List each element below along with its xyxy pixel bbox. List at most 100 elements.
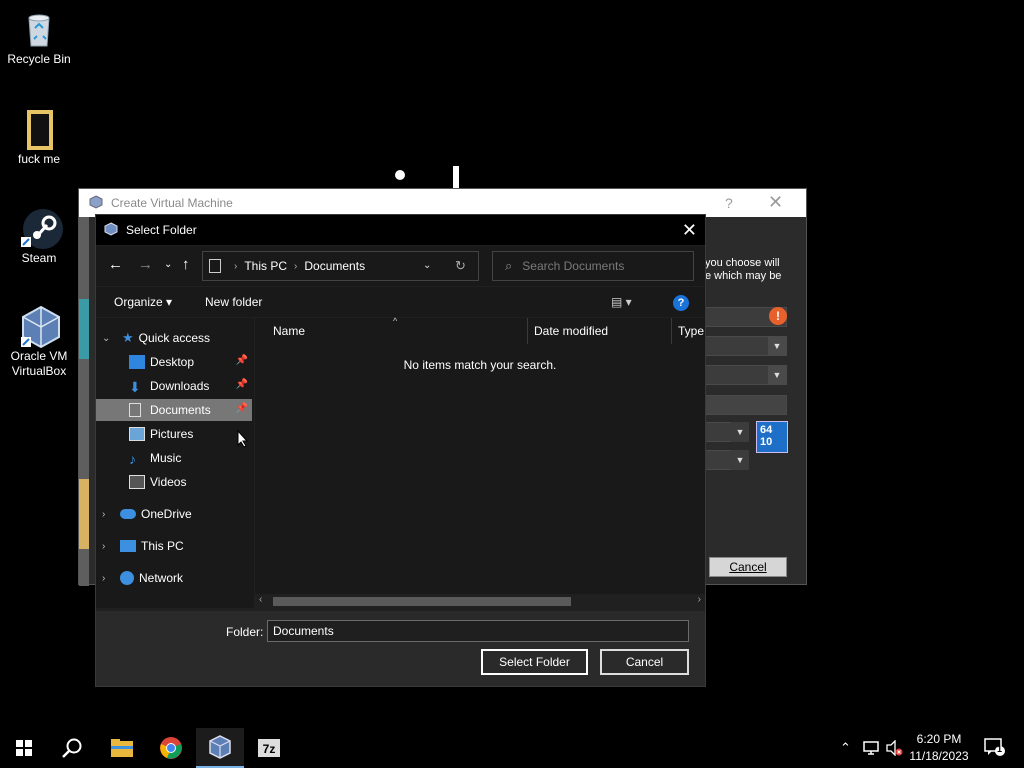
network-icon[interactable]	[862, 740, 880, 759]
star-icon: ★	[122, 330, 134, 345]
nav-network[interactable]: › Network	[96, 567, 252, 589]
refresh-icon[interactable]: ↻	[455, 258, 466, 274]
empty-message: No items match your search.	[403, 358, 557, 372]
download-arrow-icon: ⬇	[129, 379, 141, 395]
nav-label: Downloads	[150, 379, 210, 393]
nav-label: OneDrive	[141, 507, 192, 521]
forward-arrow-icon[interactable]: →	[138, 256, 153, 273]
steam-icon	[19, 207, 63, 249]
taskbar-virtualbox[interactable]	[196, 728, 244, 768]
folder-field[interactable]	[267, 620, 689, 642]
search-input[interactable]: ⌕ Search Documents	[492, 251, 694, 281]
desktop-icon-steam[interactable]: Steam	[1, 207, 77, 266]
breadcrumb-documents[interactable]: Documents	[304, 259, 365, 273]
dialog-close-button[interactable]: ✕	[682, 220, 697, 241]
vm-cancel-button[interactable]: Cancel	[709, 557, 787, 577]
view-options-icon[interactable]: ▤ ▾	[611, 295, 632, 309]
vm-help-button[interactable]: ?	[725, 195, 733, 211]
chevron-down-icon[interactable]: ⌄	[102, 333, 110, 344]
taskbar-7zip[interactable]: 7z	[245, 728, 293, 768]
desktop-icon-recycle-bin[interactable]: Recycle Bin	[1, 8, 77, 67]
desktop-icon-label: Oracle VM VirtualBox	[10, 349, 68, 378]
command-bar: Organize ▾ New folder ▤ ▾ ?	[96, 287, 705, 317]
navigation-pane: ⌄ ★ Quick access Desktop 📌 ⬇ Downloads 📌…	[96, 318, 254, 608]
chevron-down-icon[interactable]: ⌄	[423, 260, 431, 271]
cancel-button[interactable]: Cancel	[600, 649, 689, 675]
desktop-icon-label: Recycle Bin	[7, 52, 71, 66]
desktop-icon-folder[interactable]: fuck me	[1, 108, 77, 167]
recent-locations-chevron-icon[interactable]: ⌄	[164, 259, 172, 270]
column-header-name[interactable]: Name	[273, 324, 305, 338]
folder-label: Folder:	[226, 625, 264, 639]
vm-close-button[interactable]: ✕	[768, 192, 783, 213]
nav-this-pc[interactable]: › This PC	[96, 535, 252, 557]
notification-count: 1	[997, 744, 1003, 754]
chevron-right-icon[interactable]: ›	[102, 541, 105, 552]
nav-downloads[interactable]: ⬇ Downloads 📌	[96, 375, 252, 397]
address-bar[interactable]: › This PC › Documents ⌄ ↻	[202, 251, 479, 281]
nav-label: Quick access	[138, 331, 211, 345]
desktop-icon-virtualbox[interactable]: Oracle VM VirtualBox	[1, 305, 77, 379]
svg-text:7z: 7z	[263, 742, 276, 756]
nav-label: Documents	[150, 403, 211, 417]
scrollbar-thumb[interactable]	[273, 597, 571, 606]
column-header-date-modified[interactable]: Date modified	[534, 324, 608, 338]
new-folder-button[interactable]: New folder	[205, 295, 262, 309]
pin-icon: 📌	[235, 379, 248, 390]
chevron-down-icon[interactable]: ▼	[768, 365, 786, 385]
chevron-right-icon[interactable]: ›	[102, 509, 105, 520]
search-icon	[62, 738, 82, 758]
nav-videos[interactable]: Videos	[96, 471, 252, 493]
select-folder-button[interactable]: Select Folder	[481, 649, 588, 675]
documents-folder-icon	[209, 259, 221, 273]
nav-documents[interactable]: Documents 📌	[96, 399, 252, 421]
help-icon[interactable]: ?	[673, 295, 689, 311]
scroll-right-icon[interactable]: ›	[698, 594, 701, 605]
artifact-bar	[453, 166, 459, 188]
chevron-down-icon[interactable]: ▼	[768, 336, 786, 356]
vm-window-title: Create Virtual Machine	[111, 196, 233, 210]
nav-music[interactable]: ♪ Music	[96, 447, 252, 469]
vm-edition-field	[705, 395, 787, 415]
file-list: ^ Name Date modified Type No items match…	[255, 316, 705, 608]
nav-desktop[interactable]: Desktop 📌	[96, 351, 252, 373]
taskbar-file-explorer[interactable]	[98, 728, 146, 768]
artifact-dot	[395, 170, 405, 180]
column-header-type[interactable]: Type	[678, 324, 704, 338]
desktop-icon-label: fuck me	[17, 152, 60, 166]
folder-icon	[19, 108, 59, 150]
up-arrow-icon[interactable]: ↑	[182, 256, 190, 273]
music-note-icon: ♪	[129, 451, 136, 467]
nav-label: Desktop	[150, 355, 195, 369]
taskbar-chrome[interactable]	[147, 728, 195, 768]
nav-quick-access[interactable]: ⌄ ★ Quick access	[96, 327, 252, 349]
volume-muted-icon[interactable]	[885, 739, 903, 759]
nav-onedrive[interactable]: › OneDrive	[96, 503, 252, 525]
chevron-right-icon[interactable]: ›	[102, 573, 105, 584]
desktop-icon	[129, 355, 145, 369]
start-button[interactable]	[0, 728, 48, 768]
virtualbox-icon	[104, 221, 118, 239]
sort-up-icon: ^	[393, 316, 398, 326]
dialog-footer: Folder: Select Folder Cancel	[96, 611, 705, 686]
system-clock[interactable]: 6:20 PM 11/18/2023	[906, 731, 972, 765]
pictures-icon	[129, 427, 145, 441]
clock-date: 11/18/2023	[909, 749, 969, 763]
vm-window-titlebar: Create Virtual Machine	[79, 189, 806, 217]
back-arrow-icon[interactable]: ←	[108, 256, 123, 273]
clock-time: 6:20 PM	[916, 732, 962, 746]
7zip-icon: 7z	[258, 739, 280, 757]
nav-pictures[interactable]: Pictures	[96, 423, 252, 445]
breadcrumb-this-pc[interactable]: This PC	[244, 259, 287, 273]
desktop-icon-label: Steam	[21, 251, 57, 265]
organize-button[interactable]: Organize ▾	[114, 295, 172, 309]
chevron-down-icon[interactable]: ▼	[731, 450, 749, 470]
horizontal-scrollbar[interactable]: ‹ ›	[255, 594, 705, 608]
show-hidden-icons-chevron[interactable]: ⌃	[840, 740, 851, 756]
notification-center-icon[interactable]: 1	[984, 736, 1006, 761]
virtualbox-icon	[19, 305, 60, 349]
os-windows10-icon: 64 10	[756, 421, 788, 453]
taskbar-search-button[interactable]	[48, 728, 96, 768]
scroll-left-icon[interactable]: ‹	[259, 594, 262, 605]
chevron-down-icon[interactable]: ▼	[731, 422, 749, 442]
